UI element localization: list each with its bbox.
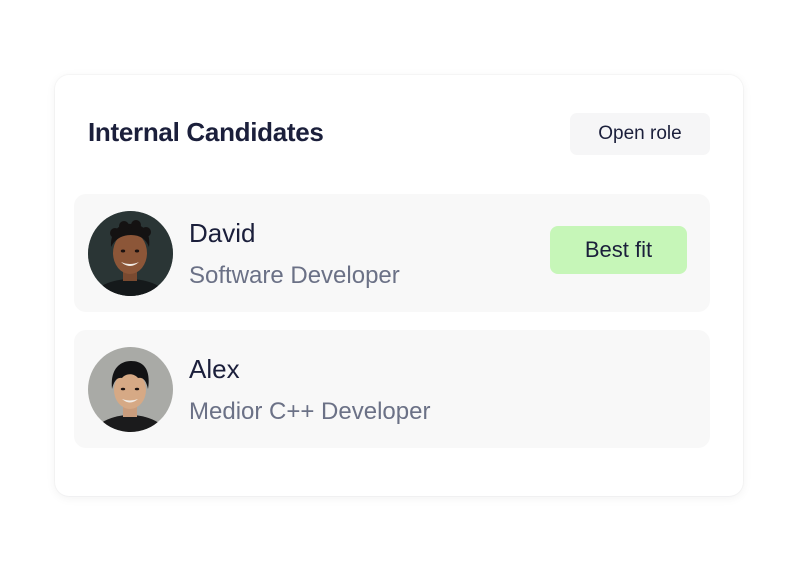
panel-title: Internal Candidates [88,117,324,147]
open-role-button[interactable]: Open role [570,113,710,155]
candidate-role: Medior C++ Developer [189,398,431,425]
candidate-row-david[interactable]: David Software Developer Best fit [74,194,710,312]
candidate-name: Alex [189,354,240,384]
best-fit-badge: Best fit [550,226,687,274]
avatar [88,347,173,432]
candidate-photo [88,211,173,296]
candidate-role: Software Developer [189,262,400,289]
candidate-photo [88,347,173,432]
candidate-row-alex[interactable]: Alex Medior C++ Developer [74,330,710,448]
candidate-name: David [189,218,256,248]
avatar [88,211,173,296]
internal-candidates-card: Internal Candidates Open role David Soft… [55,75,743,496]
